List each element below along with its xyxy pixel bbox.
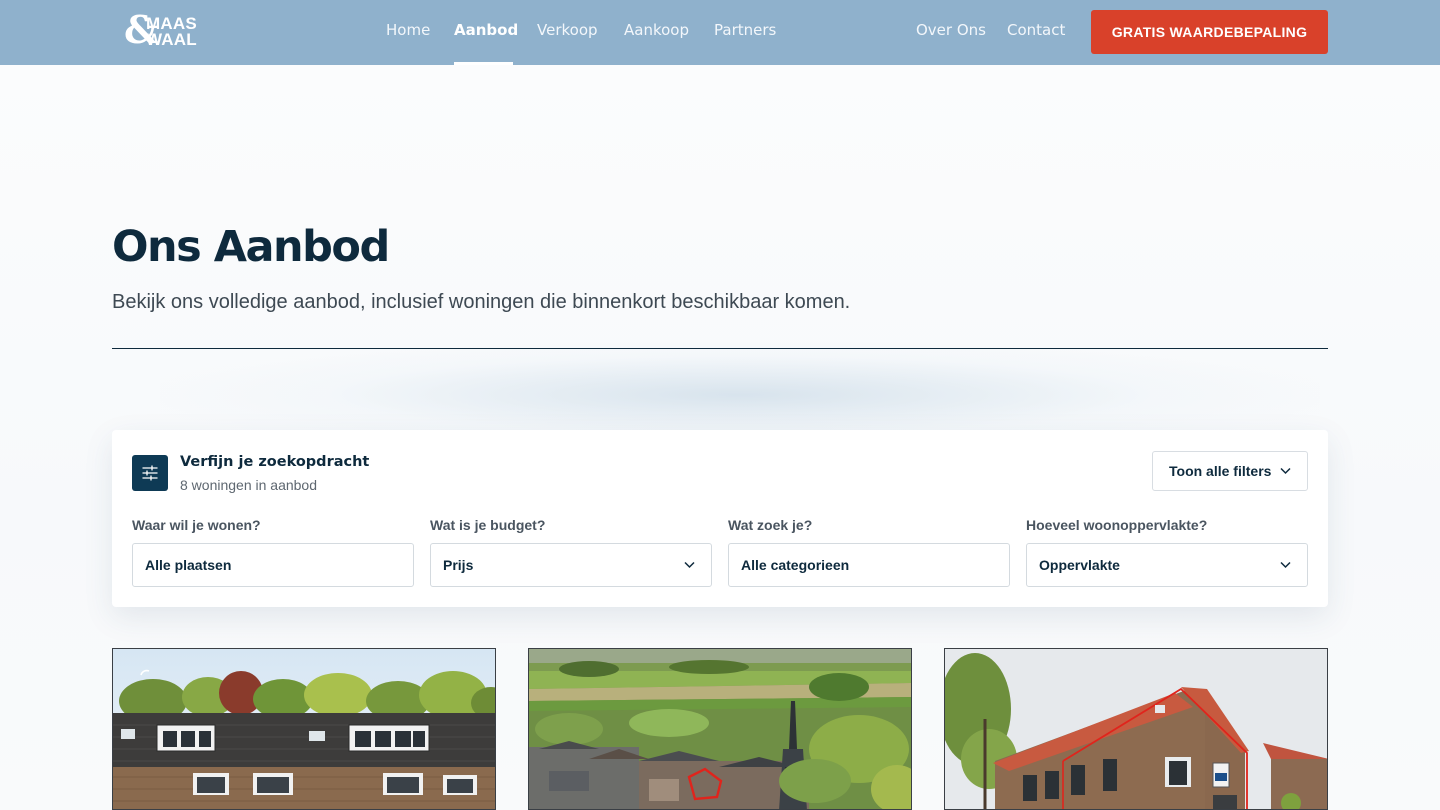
hero-divider [112, 348, 1328, 349]
search-filter-panel: Verfijn je zoekopdracht 8 woningen in aa… [112, 430, 1328, 607]
nav-home[interactable]: Home [386, 21, 430, 43]
nav-contact[interactable]: Contact [1007, 21, 1065, 43]
nav-partners[interactable]: Partners [714, 21, 776, 43]
nav-over-ons[interactable]: Over Ons [916, 21, 986, 43]
show-all-filters-label: Toon alle filters [1169, 463, 1272, 479]
surface-label: Hoeveel woonoppervlakte? [1026, 517, 1208, 533]
location-label: Waar wil je wonen? [132, 517, 261, 533]
listing-photo-2 [529, 649, 911, 809]
location-value: Alle plaatsen [145, 557, 232, 573]
site-header: & MAAS WAAL Home Aanbod Verkoop Aankoop … [0, 0, 1440, 65]
budget-select[interactable]: Prijs [430, 543, 712, 587]
filter-heading: Verfijn je zoekopdracht [180, 454, 370, 470]
category-input[interactable]: Alle categorieen [728, 543, 1010, 587]
surface-value: Oppervlakte [1039, 557, 1120, 573]
listing-photo-3 [945, 649, 1327, 809]
budget-value: Prijs [443, 557, 474, 573]
nav-aankoop[interactable]: Aankoop [624, 21, 689, 43]
nav-aanbod[interactable]: Aanbod [454, 21, 518, 43]
page-subtitle: Bekijk ons volledige aanbod, inclusief w… [112, 291, 851, 313]
chevron-down-icon [1280, 561, 1291, 569]
location-input[interactable]: Alle plaatsen [132, 543, 414, 587]
page-title: Ons Aanbod [112, 222, 390, 272]
listing-photo-1 [113, 649, 495, 809]
show-all-filters-button[interactable]: Toon alle filters [1152, 451, 1308, 491]
category-value: Alle categorieen [741, 557, 850, 573]
listing-card-2[interactable] [528, 648, 912, 810]
sliders-icon [132, 455, 168, 491]
nav-verkoop[interactable]: Verkoop [537, 21, 598, 43]
chevron-down-icon [1280, 467, 1291, 475]
chevron-down-icon [684, 561, 695, 569]
listing-count: 8 woningen in aanbod [180, 477, 318, 493]
category-label: Wat zoek je? [728, 517, 813, 533]
surface-select[interactable]: Oppervlakte [1026, 543, 1308, 587]
logo-word-waal: WAAL [146, 30, 197, 49]
free-valuation-button[interactable]: GRATIS WAARDEBEPALING [1091, 10, 1328, 54]
site-logo[interactable]: & MAAS WAAL [124, 10, 206, 50]
listing-card-3[interactable] [944, 648, 1328, 810]
listing-card-1[interactable] [112, 648, 496, 810]
budget-label: Wat is je budget? [430, 517, 546, 533]
